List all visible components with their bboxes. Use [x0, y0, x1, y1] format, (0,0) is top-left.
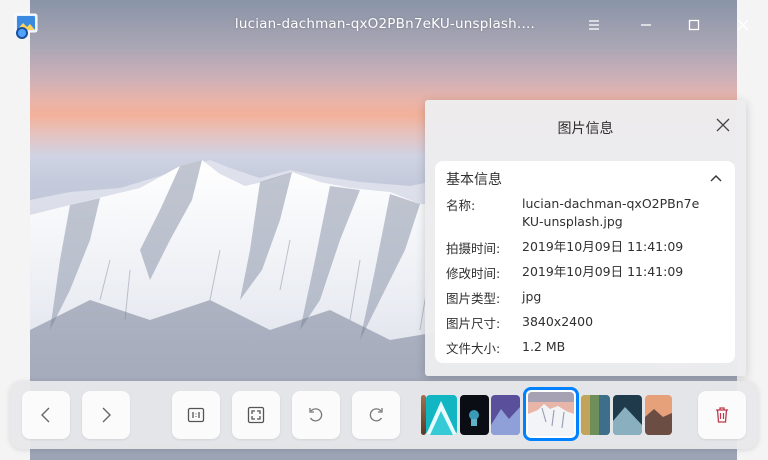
info-value: 2019年10月09日 11:41:09 [522, 239, 684, 254]
info-value: 3840x2400 [522, 314, 594, 329]
close-icon[interactable] [730, 12, 756, 38]
next-button[interactable] [82, 391, 130, 439]
thumbnail-sunset-rocks[interactable] [645, 395, 672, 435]
chevron-right-icon [102, 407, 111, 423]
trash-icon [716, 407, 728, 423]
info-value: lucian-dachman-qxO2PBn7eKU-unsplash.jpg [522, 196, 700, 229]
title-bar: lucian-dachman-qxO2PBn7eKU-unsplash.… [0, 0, 768, 52]
chevron-up-icon[interactable] [709, 171, 723, 185]
rotate-right-icon [369, 408, 383, 422]
section-title: 基本信息 [446, 172, 502, 188]
image-info-panel: 图片信息 基本信息 名称: lucian-dachman-qxO2PBn7eKU… [425, 100, 746, 376]
thumbnail-purple-mountain[interactable] [491, 395, 520, 435]
thumbnail-teal-shapes[interactable] [426, 395, 457, 435]
basic-info-card: 基本信息 名称: lucian-dachman-qxO2PBn7eKU-unsp… [435, 161, 735, 363]
chevron-left-icon [41, 407, 50, 423]
info-key: 拍摄时间: [446, 241, 501, 256]
original-size-icon [187, 407, 205, 423]
menu-icon[interactable] [581, 12, 607, 38]
window-title: lucian-dachman-qxO2PBn7eKU-unsplash.… [234, 16, 536, 32]
fit-window-icon [247, 406, 265, 424]
thumbnail-snow-mountain-selected[interactable] [523, 387, 579, 441]
bottom-toolbar [10, 381, 758, 449]
thumbnail-dark-landscape[interactable] [613, 395, 642, 435]
thumbnail-astronaut[interactable] [460, 395, 489, 435]
info-panel-title: 图片信息 [557, 121, 614, 137]
rotate-left-icon [309, 408, 323, 422]
info-value: 2019年10月09日 11:41:09 [522, 264, 684, 279]
info-value: jpg [522, 289, 542, 304]
image-viewer-app-icon[interactable] [12, 12, 40, 40]
info-key: 图片尺寸: [446, 316, 501, 331]
info-key: 修改时间: [446, 266, 501, 281]
previous-button[interactable] [22, 391, 70, 439]
minimize-icon[interactable] [633, 12, 659, 38]
info-key: 名称: [446, 198, 476, 213]
info-value: 1.2 MB [522, 339, 566, 354]
rotate-left-button[interactable] [292, 391, 340, 439]
delete-button[interactable] [698, 391, 746, 439]
fit-window-button[interactable] [232, 391, 280, 439]
info-key: 文件大小: [446, 341, 501, 356]
thumbnail-green-landscape[interactable] [581, 395, 610, 435]
maximize-icon[interactable] [681, 12, 707, 38]
rotate-right-button[interactable] [352, 391, 400, 439]
close-icon[interactable] [714, 116, 732, 134]
original-size-button[interactable] [172, 391, 220, 439]
info-key: 图片类型: [446, 291, 501, 306]
